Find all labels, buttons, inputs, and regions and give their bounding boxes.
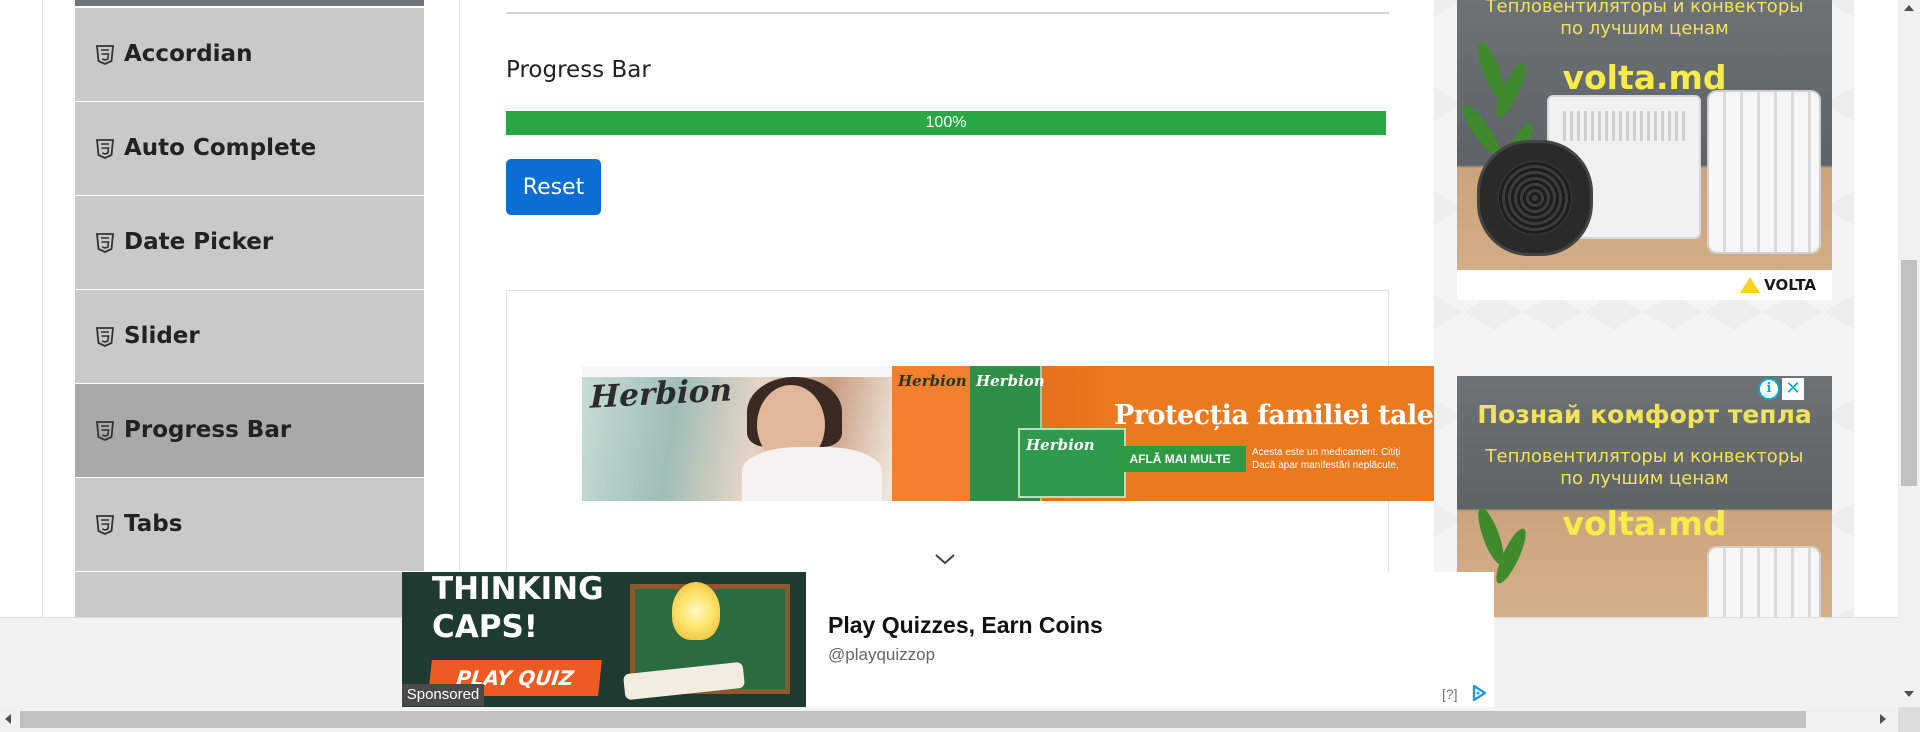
- sidebar-item-label: Date Picker: [124, 229, 274, 255]
- horizontal-scrollbar-thumb[interactable]: [20, 711, 1806, 728]
- sidebar: Accordian Auto Complete Date Picker Slid…: [75, 0, 424, 617]
- oil-radiator-image: [1707, 546, 1821, 617]
- herbion-ad-left-panel: Herbion: [582, 366, 892, 501]
- herbion-disclaimer-line: Acesta este un medicament. Citiți: [1252, 447, 1401, 458]
- sticky-ad-headline[interactable]: Play Quizzes, Earn Coins: [828, 612, 1103, 639]
- html5-icon: [96, 45, 114, 65]
- herbion-learn-more-button[interactable]: AFLĂ MAI MULTE: [1114, 446, 1246, 472]
- sidebar-item-progress-bar[interactable]: Progress Bar: [75, 384, 424, 478]
- herbion-headline: Protecția familiei tale împotriv: [1114, 400, 1434, 431]
- sidebar-active-group-bar: [75, 0, 424, 6]
- sidebar-item-accordian[interactable]: Accordian: [75, 8, 424, 102]
- volta-ad-bottom[interactable]: Познай комфорт тепла Тепловентиляторы и …: [1457, 376, 1832, 617]
- sidebar-item-date-picker[interactable]: Date Picker: [75, 196, 424, 290]
- herbion-ad-banner[interactable]: Herbion Herbion Herbion Herbion Protecți…: [582, 366, 1434, 501]
- sidebar-item-label: Auto Complete: [124, 135, 317, 161]
- volta-logo-text: VOLTA: [1764, 276, 1816, 294]
- volta-logo: VOLTA: [1740, 274, 1816, 296]
- html5-icon: [96, 515, 114, 535]
- herbion-disclaimer-line: Dacă apar manifestări neplăcute,: [1252, 460, 1399, 471]
- product-box-label: Herbion: [976, 372, 1045, 390]
- product-box-label: Herbion: [898, 372, 967, 390]
- quiz-ad-title-line: THINKING: [432, 572, 604, 607]
- oil-radiator-image: [1707, 90, 1821, 254]
- volta-ad-top[interactable]: Тепловентиляторы и конвекторы по лучшим …: [1457, 0, 1832, 300]
- content-left-border: [459, 0, 460, 617]
- html5-icon: [96, 421, 114, 441]
- scroll-down-arrow-icon[interactable]: [1904, 691, 1914, 697]
- page-left-border: [42, 0, 43, 617]
- volta-ad-subtitle-line: по лучшим ценам: [1560, 18, 1729, 39]
- sidebar-item-next[interactable]: [75, 572, 424, 617]
- ad-choices: i ✕: [1758, 378, 1806, 400]
- sidebar-item-label: Accordian: [124, 41, 253, 67]
- sidebar-item-slider[interactable]: Slider: [75, 290, 424, 384]
- reset-button[interactable]: Reset: [506, 159, 601, 215]
- scroll-up-arrow-icon[interactable]: [1904, 5, 1914, 11]
- sidebar-item-tabs[interactable]: Tabs: [75, 478, 424, 572]
- adchoices-icon[interactable]: [1470, 684, 1488, 702]
- scrollbar-corner: [1898, 707, 1920, 732]
- sponsored-badge: Sponsored: [402, 684, 484, 706]
- section-divider: [506, 12, 1389, 14]
- volta-ad-subtitle-line: Тепловентиляторы и конвекторы: [1485, 446, 1804, 467]
- volta-mark-icon: [1740, 277, 1761, 293]
- sidebar-item-label: Progress Bar: [124, 417, 292, 443]
- volta-ad-headline: Познай комфорт тепла: [1477, 400, 1812, 429]
- herbion-logo: Herbion: [590, 372, 733, 416]
- sidebar-item-label: Slider: [124, 323, 200, 349]
- volta-ad-subtitle: Тепловентиляторы и конвекторы по лучшим …: [1457, 446, 1832, 490]
- progress-bar: 100%: [506, 111, 1386, 135]
- sticky-ad-handle: @playquizzop: [828, 645, 936, 664]
- vertical-scrollbar-thumb[interactable]: [1901, 260, 1917, 486]
- html5-icon: [96, 327, 114, 347]
- sidebar-item-auto-complete[interactable]: Auto Complete: [75, 102, 424, 196]
- chevron-down-icon[interactable]: [934, 552, 956, 566]
- product-box-label: Herbion: [1026, 436, 1095, 454]
- vertical-scrollbar[interactable]: [1898, 0, 1920, 707]
- scroll-left-arrow-icon[interactable]: [5, 714, 11, 724]
- quiz-ad-title-line: CAPS!: [432, 609, 538, 645]
- horizontal-scrollbar[interactable]: [0, 707, 1898, 732]
- herbion-disclaimer: Acesta este un medicament. Citiți Dacă a…: [1252, 446, 1400, 472]
- volta-ad-subtitle-line: Тепловентиляторы и конвекторы: [1485, 0, 1804, 17]
- sticky-quiz-ad[interactable]: THINKING CAPS! PLAY QUIZ Play Quizzes, E…: [402, 572, 1494, 707]
- herbion-product-boxes: Herbion Herbion Herbion: [892, 366, 1126, 501]
- ad-help-link[interactable]: [?]: [1442, 686, 1458, 702]
- progress-bar-label: 100%: [925, 114, 967, 131]
- volta-ad-subtitle-line: по лучшим ценам: [1560, 468, 1729, 489]
- html5-icon: [96, 233, 114, 253]
- ad-info-icon[interactable]: i: [1758, 378, 1780, 400]
- fan-heater-image: [1477, 140, 1593, 256]
- ad-close-icon[interactable]: ✕: [1782, 378, 1804, 400]
- page-title: Progress Bar: [506, 57, 651, 83]
- sidebar-item-label: Tabs: [124, 511, 183, 537]
- volta-ad-subtitle: Тепловентиляторы и конвекторы по лучшим …: [1457, 0, 1832, 40]
- html5-icon: [96, 139, 114, 159]
- scroll-right-arrow-icon[interactable]: [1880, 714, 1886, 724]
- lightbulb-icon: [672, 582, 720, 640]
- quiz-ad-title: THINKING CAPS!: [432, 572, 604, 646]
